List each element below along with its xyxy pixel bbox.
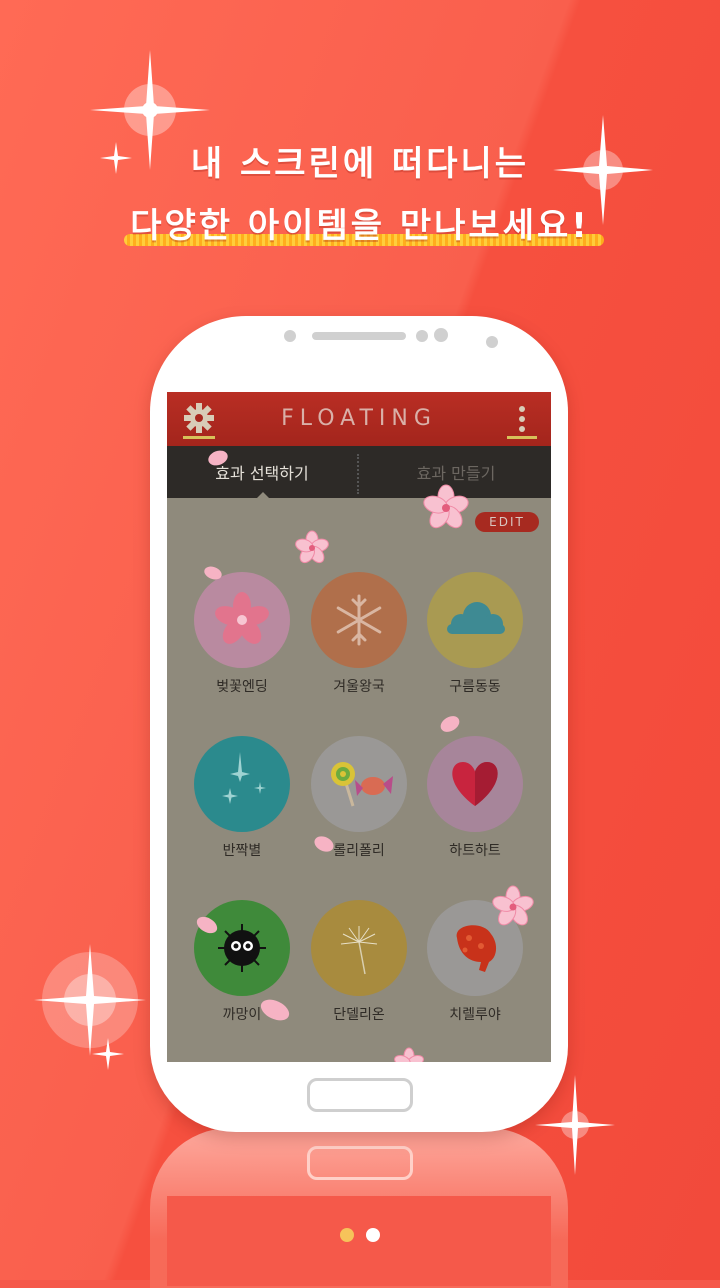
effect-item[interactable]: 겨울왕국	[304, 572, 414, 696]
effect-circle	[427, 572, 523, 668]
effect-label: 단델리온	[333, 1007, 385, 1023]
pager-dot-active[interactable]	[340, 1228, 354, 1242]
headline-line-1: 내 스크린에 떠다니는	[190, 144, 530, 184]
edit-button[interactable]: EDIT	[475, 512, 539, 532]
effect-item[interactable]: 치렐루야	[420, 900, 530, 1024]
vertical-dots-icon[interactable]	[510, 404, 534, 434]
effect-circle	[311, 572, 407, 668]
speaker-grille	[312, 332, 406, 340]
tab-select-effect[interactable]: 효과 선택하기	[167, 460, 357, 484]
effect-item[interactable]: 하트하트	[420, 736, 530, 860]
effect-circle	[427, 736, 523, 832]
tab-divider	[357, 454, 359, 494]
tab-create-effect[interactable]: 효과 만들기	[361, 460, 551, 484]
effect-item[interactable]: 반짝별	[187, 736, 297, 860]
effect-circle	[194, 900, 290, 996]
menu-indicator	[507, 436, 537, 439]
pager-dot[interactable]	[366, 1228, 380, 1242]
sensor-dot	[486, 336, 498, 348]
effect-item[interactable]: 단델리온	[304, 900, 414, 1024]
cloud-icon	[447, 602, 505, 634]
active-tab-pointer	[255, 492, 271, 500]
app-screen: FLOATING 효과 선택하기 효과 만들기 EDIT 벚꽃엔딩 겨울왕국 구…	[167, 392, 551, 1062]
effect-circle	[311, 900, 407, 996]
sparkle-icon	[222, 752, 266, 804]
effect-item[interactable]: 벚꽃엔딩	[187, 572, 297, 696]
effect-circle	[427, 900, 523, 996]
effect-circle	[311, 736, 407, 832]
sensor-dot	[416, 330, 428, 342]
effect-label: 벚꽃엔딩	[216, 679, 268, 695]
effect-label: 하트하트	[449, 843, 501, 859]
effect-label: 까망이	[222, 1007, 262, 1023]
effect-item[interactable]: 구름동동	[420, 572, 530, 696]
fried-chicken-icon	[456, 925, 497, 972]
sensor-dot	[284, 330, 296, 342]
front-camera	[434, 328, 448, 342]
phone-reflection-home	[307, 1146, 413, 1180]
soot-sprite-icon	[218, 924, 266, 972]
candy-icon	[331, 762, 393, 807]
heart-icon	[452, 762, 498, 806]
effect-label: 겨울왕국	[333, 679, 385, 695]
settings-indicator	[183, 436, 215, 439]
home-button[interactable]	[307, 1078, 413, 1112]
app-top-bar: FLOATING	[167, 392, 551, 446]
effect-circle	[194, 572, 290, 668]
tab-bar: 효과 선택하기 효과 만들기	[167, 446, 551, 498]
app-title: FLOATING	[281, 406, 437, 431]
headline-line-2: 다양한 아이템을 만나보세요!	[130, 206, 590, 246]
effect-label: 롤리폴리	[333, 843, 385, 859]
effect-label: 반짝별	[222, 843, 262, 859]
dandelion-icon	[340, 926, 378, 975]
effect-label: 치렐루야	[449, 1007, 501, 1023]
phone-reflection-screen	[167, 1196, 551, 1286]
snowflake-icon	[336, 594, 382, 646]
effect-label: 구름동동	[449, 679, 501, 695]
cherry-blossom-icon	[215, 592, 269, 644]
effect-item[interactable]: 까망이	[187, 900, 297, 1024]
effect-item[interactable]: 롤리폴리	[304, 736, 414, 860]
effect-circle	[194, 736, 290, 832]
